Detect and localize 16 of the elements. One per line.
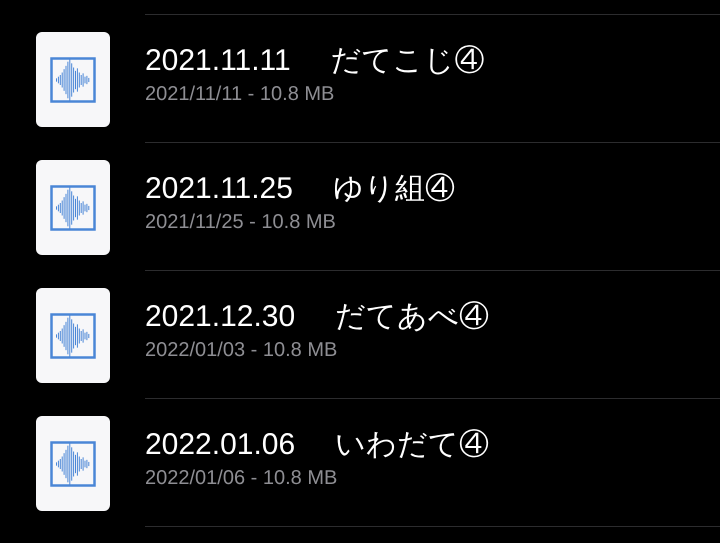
audio-file-icon	[36, 416, 110, 511]
file-details: 2021/11/25 - 10.8 MB	[145, 210, 337, 234]
file-title: 2021.11.25	[145, 171, 293, 207]
audio-file-icon	[36, 32, 110, 127]
file-details: 2022/01/06 - 10.8 MB	[145, 466, 338, 490]
file-name: だてあべ④	[335, 299, 490, 335]
file-title: 2022.01.06	[145, 427, 296, 463]
file-details: 2022/01/03 - 10.8 MB	[145, 338, 338, 362]
file-name: だてこじ④	[330, 43, 485, 79]
file-title: 2021.11.11	[145, 43, 291, 79]
audio-file-icon	[36, 288, 110, 383]
file-name: いわだて④	[335, 427, 490, 463]
file-name: ゆり組④	[332, 171, 455, 207]
file-title: 2021.12.30	[145, 299, 296, 335]
file-details: 2021/11/11 - 10.8 MB	[145, 82, 336, 106]
audio-file-icon	[36, 160, 110, 255]
